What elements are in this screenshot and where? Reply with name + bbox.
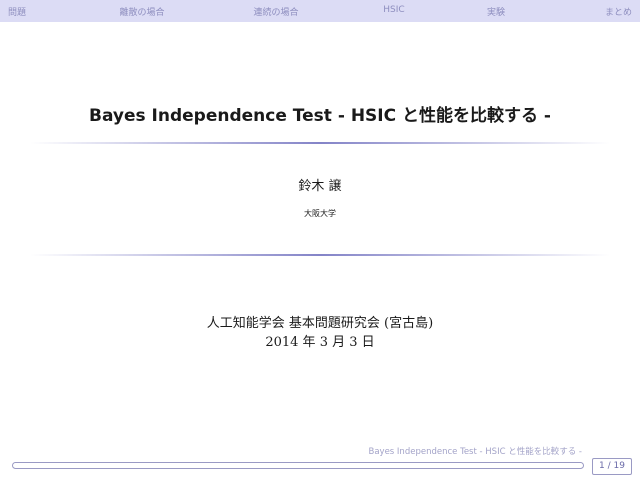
nav-item-experiment[interactable]: 実験 — [487, 5, 505, 18]
presentation-date: 2014 年 3 月 3 日 — [265, 335, 375, 350]
title-divider-top — [30, 142, 610, 144]
nav-item-continuous-case[interactable]: 連続の場合 — [253, 5, 298, 18]
navigation-bar: 問題 離散の場合 連続の場合 HSIC 実験 まとめ — [0, 0, 640, 22]
author-name: 鈴木 譲 — [298, 179, 342, 194]
author-affiliation: 大阪大学 — [304, 209, 336, 218]
progress-bar[interactable] — [12, 462, 584, 469]
nav-item-discrete-case[interactable]: 離散の場合 — [119, 5, 164, 18]
nav-item-hsic[interactable]: HSIC — [383, 5, 404, 15]
nav-item-summary[interactable]: まとめ — [605, 5, 632, 18]
event-name: 人工知能学会 基本問題研究会 (宮古島) — [206, 316, 434, 331]
page-number[interactable]: 1 / 19 — [592, 458, 632, 475]
slide-title: Bayes Independence Test - HSIC と性能を比較する … — [89, 106, 551, 126]
nav-item-problem[interactable]: 問題 — [8, 5, 26, 18]
title-divider-bottom — [30, 254, 610, 256]
footer-short-title: Bayes Independence Test - HSIC と性能を比較する … — [368, 447, 583, 457]
